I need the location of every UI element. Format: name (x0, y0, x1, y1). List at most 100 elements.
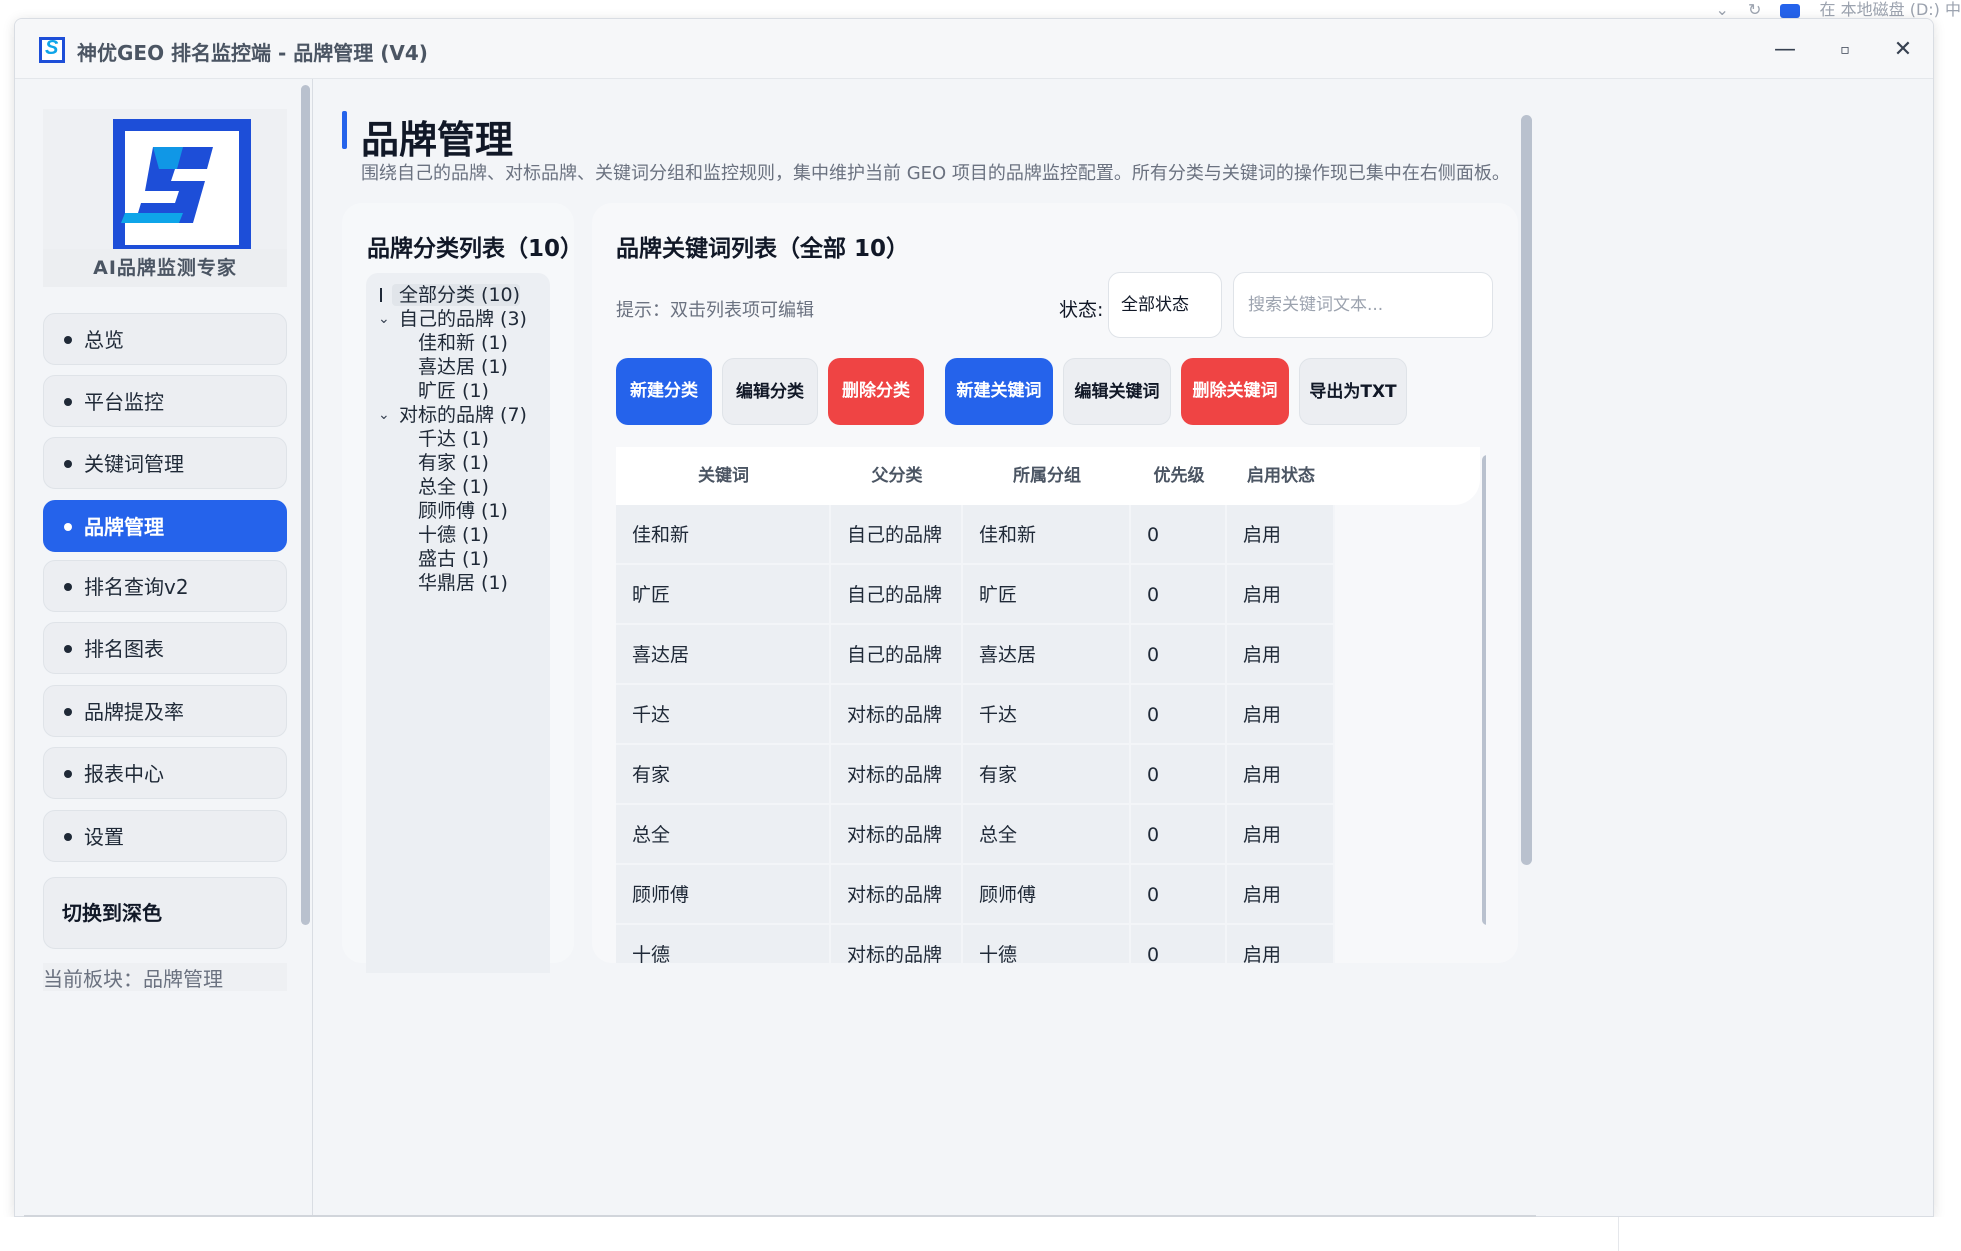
cell-parent-category: 对标的品牌 (831, 805, 963, 865)
content-scrollbar[interactable] (1521, 115, 1532, 865)
nav-item-label: 报表中心 (84, 762, 164, 786)
nav-item-label: 品牌管理 (84, 515, 164, 539)
page-description: 围绕自己的品牌、对标品牌、关键词分组和监控规则，集中维护当前 GEO 项目的品牌… (361, 163, 1510, 184)
page-title: 品牌管理 (361, 118, 514, 162)
cell-group: 十德 (963, 925, 1131, 963)
tree-item-all[interactable]: 全部分类 (10) (366, 283, 550, 307)
cell-group: 佳和新 (963, 505, 1131, 565)
nav-item-rank-query[interactable]: 排名查询v2 (43, 560, 287, 612)
cell-group: 千达 (963, 685, 1131, 745)
tree-item[interactable]: 旷匠 (1) (366, 379, 550, 403)
cell-parent-category: 对标的品牌 (831, 745, 963, 805)
bullet-icon (64, 770, 72, 778)
table-row[interactable]: 旷匠 自己的品牌 旷匠 0 启用 (616, 565, 1335, 625)
toggle-dark-theme-button[interactable]: 切换到深色 (43, 877, 287, 949)
nav-item-mention-rate[interactable]: 品牌提及率 (43, 685, 287, 737)
status-filter-select[interactable]: 全部状态 (1108, 272, 1222, 338)
cell-status: 启用 (1227, 805, 1335, 865)
nav-item-label: 排名图表 (84, 637, 164, 661)
new-category-button[interactable]: 新建分类 (616, 358, 712, 425)
nav-item-label: 品牌提及率 (84, 700, 184, 724)
tree-item-competitor-brands[interactable]: ⌄ 对标的品牌 (7) (366, 403, 550, 427)
tree-item-own-brands[interactable]: ⌄ 自己的品牌 (3) (366, 307, 550, 331)
selection-marker-icon (380, 288, 382, 302)
tree-item-label: 对标的品牌 (7) (399, 404, 527, 426)
table-row[interactable]: 总全 对标的品牌 总全 0 启用 (616, 805, 1335, 865)
nav-item-report-center[interactable]: 报表中心 (43, 747, 287, 799)
column-header-keyword[interactable]: 关键词 (616, 447, 831, 505)
category-panel-title: 品牌分类列表（10） (367, 236, 584, 262)
nav-item-brand-management[interactable]: 品牌管理 (43, 500, 287, 552)
column-header-group[interactable]: 所属分组 (963, 447, 1131, 505)
bullet-icon (64, 583, 72, 591)
delete-keyword-button[interactable]: 删除关键词 (1181, 358, 1289, 425)
table-row[interactable]: 有家 对标的品牌 有家 0 启用 (616, 745, 1335, 805)
minimize-button[interactable]: — (1765, 33, 1805, 67)
bullet-icon (64, 460, 72, 468)
table-row[interactable]: 佳和新 自己的品牌 佳和新 0 启用 (616, 505, 1335, 565)
tree-item-label: 全部分类 (10) (399, 284, 521, 306)
tree-item[interactable]: 盛古 (1) (366, 547, 550, 571)
export-txt-button[interactable]: 导出为TXT (1299, 358, 1407, 425)
os-tray: ⌄ ↻ 在 本地磁盘 (D:) 中 (1701, 0, 1961, 20)
close-button[interactable]: ✕ (1883, 33, 1923, 67)
cell-parent-category: 自己的品牌 (831, 565, 963, 625)
tree-item[interactable]: 千达 (1) (366, 427, 550, 451)
nav-item-platform-monitor[interactable]: 平台监控 (43, 375, 287, 427)
title-accent-bar (342, 111, 347, 149)
cell-status: 启用 (1227, 745, 1335, 805)
tree-item[interactable]: 喜达居 (1) (366, 355, 550, 379)
table-scrollbar[interactable] (1482, 455, 1486, 925)
sidebar: AI品牌监测专家 总览 平台监控 关键词管理 品牌管理 排名查询v2 排名图表 … (15, 79, 313, 1216)
tree-item-label: 盛古 (1) (418, 548, 489, 570)
tree-item-label: 佳和新 (1) (418, 332, 508, 354)
nav-item-rank-chart[interactable]: 排名图表 (43, 622, 287, 674)
tree-item[interactable]: 十德 (1) (366, 523, 550, 547)
tree-item-label: 有家 (1) (418, 452, 489, 474)
nav-item-overview[interactable]: 总览 (43, 313, 287, 365)
edit-category-button[interactable]: 编辑分类 (722, 358, 818, 425)
cell-keyword: 顾师傅 (616, 865, 831, 925)
cell-priority: 0 (1131, 685, 1227, 745)
cell-parent-category: 对标的品牌 (831, 685, 963, 745)
search-app-icon[interactable] (1780, 3, 1801, 18)
column-header-status[interactable]: 启用状态 (1227, 447, 1335, 505)
tree-item[interactable]: 华鼎居 (1) (366, 571, 550, 595)
refresh-icon[interactable]: ↻ (1748, 0, 1761, 19)
cell-status: 启用 (1227, 865, 1335, 925)
edit-keyword-button[interactable]: 编辑关键词 (1063, 358, 1171, 425)
column-header-parent-category[interactable]: 父分类 (831, 447, 963, 505)
tree-item-label: 华鼎居 (1) (418, 572, 508, 594)
column-header-priority[interactable]: 优先级 (1131, 447, 1227, 505)
brand-logo (43, 109, 287, 265)
sidebar-scrollbar[interactable] (301, 85, 310, 925)
chevron-down-icon[interactable]: ⌄ (378, 403, 390, 427)
table-row[interactable]: 喜达居 自己的品牌 喜达居 0 启用 (616, 625, 1335, 685)
tree-item[interactable]: 总全 (1) (366, 475, 550, 499)
nav-item-settings[interactable]: 设置 (43, 810, 287, 862)
title-bar: 神优GEO 排名监控端 - 品牌管理 (V4) — ▫ ✕ (15, 19, 1933, 79)
maximize-button[interactable]: ▫ (1825, 33, 1865, 67)
chevron-down-icon[interactable]: ⌄ (1715, 0, 1728, 19)
tree-item[interactable]: 顾师傅 (1) (366, 499, 550, 523)
cell-keyword: 有家 (616, 745, 831, 805)
main-content: 品牌管理 围绕自己的品牌、对标品牌、关键词分组和监控规则，集中维护当前 GEO … (314, 79, 1933, 1216)
tree-item[interactable]: 佳和新 (1) (366, 331, 550, 355)
cell-priority: 0 (1131, 865, 1227, 925)
bullet-icon (64, 336, 72, 344)
new-keyword-button[interactable]: 新建关键词 (945, 358, 1053, 425)
table-header: 关键词 父分类 所属分组 优先级 启用状态 (616, 447, 1480, 505)
cell-parent-category: 自己的品牌 (831, 625, 963, 685)
table-row[interactable]: 十德 对标的品牌 十德 0 启用 (616, 925, 1335, 963)
nav-item-keyword-management[interactable]: 关键词管理 (43, 437, 287, 489)
table-row[interactable]: 顾师傅 对标的品牌 顾师傅 0 启用 (616, 865, 1335, 925)
cell-priority: 0 (1131, 505, 1227, 565)
keyword-search-input[interactable]: 搜索关键词文本... (1233, 272, 1493, 338)
table-row[interactable]: 千达 对标的品牌 千达 0 启用 (616, 685, 1335, 745)
current-module-label: 当前板块：品牌管理 (43, 963, 287, 991)
tree-item[interactable]: 有家 (1) (366, 451, 550, 475)
brand-tagline: AI品牌监测专家 (43, 249, 287, 287)
chevron-down-icon[interactable]: ⌄ (378, 307, 390, 331)
delete-category-button[interactable]: 删除分类 (828, 358, 924, 425)
bullet-icon (64, 645, 72, 653)
